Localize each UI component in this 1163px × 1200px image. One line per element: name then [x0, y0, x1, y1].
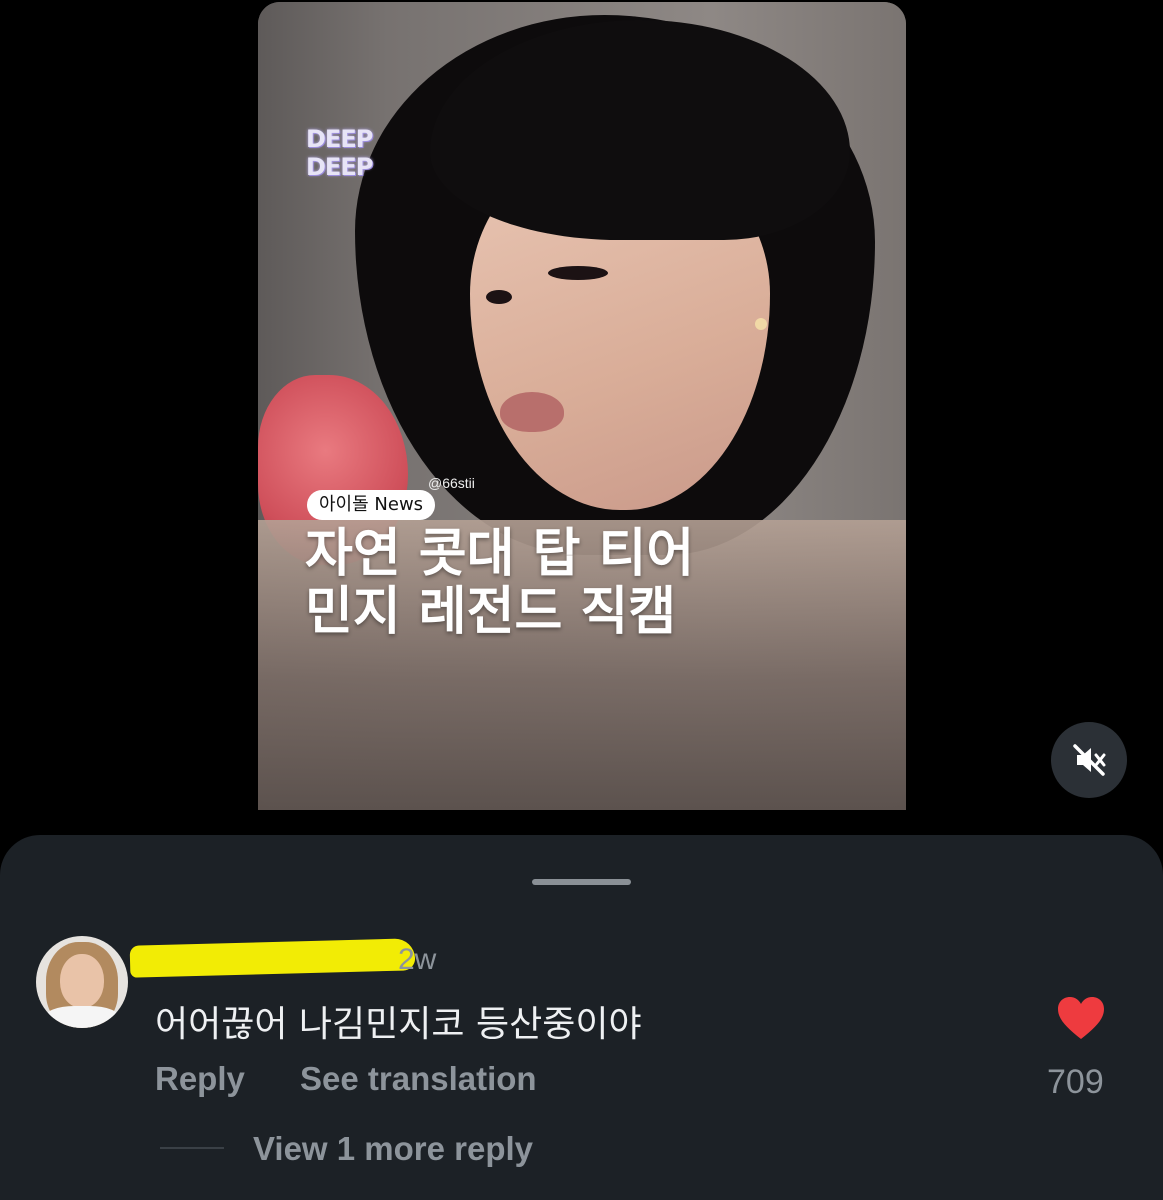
video-subject-eye [486, 290, 512, 304]
redacted-username [129, 938, 416, 978]
sheet-grabber[interactable] [532, 879, 631, 885]
comments-sheet: 2w 어어끊어 나김민지코 등산중이야 Reply See translatio… [0, 835, 1163, 1200]
like-count: 709 [1047, 1063, 1104, 1101]
video-headline: 자연 콧대 탑 티어 민지 레전드 직캠 [305, 525, 865, 641]
reply-button[interactable]: Reply [155, 1060, 245, 1098]
headline-line-2: 민지 레전드 직캠 [305, 582, 677, 642]
avatar-shirt [44, 1006, 120, 1028]
commenter-avatar[interactable] [36, 936, 128, 1028]
mute-button[interactable] [1051, 722, 1127, 798]
comment-text: 어어끊어 나김민지코 등산중이야 [155, 1004, 642, 1045]
replies-divider [160, 1147, 224, 1149]
category-badge: 아이돌 News [307, 490, 436, 520]
speaker-muted-icon [1073, 744, 1106, 776]
video-handle: @66stii [428, 475, 475, 491]
video-subject-earring [755, 318, 767, 330]
channel-logo: DEEP DEEP [306, 125, 373, 181]
see-translation-button[interactable]: See translation [300, 1060, 537, 1098]
comment-age: 2w [398, 943, 437, 976]
avatar-face [60, 954, 104, 1008]
video-subject-lips [500, 392, 564, 432]
headline-line-1: 자연 콧대 탑 티어 [305, 524, 695, 584]
view-more-replies-button[interactable]: View 1 more reply [253, 1130, 533, 1168]
video-subject-eye [548, 266, 608, 280]
heart-icon[interactable] [1056, 995, 1106, 1041]
